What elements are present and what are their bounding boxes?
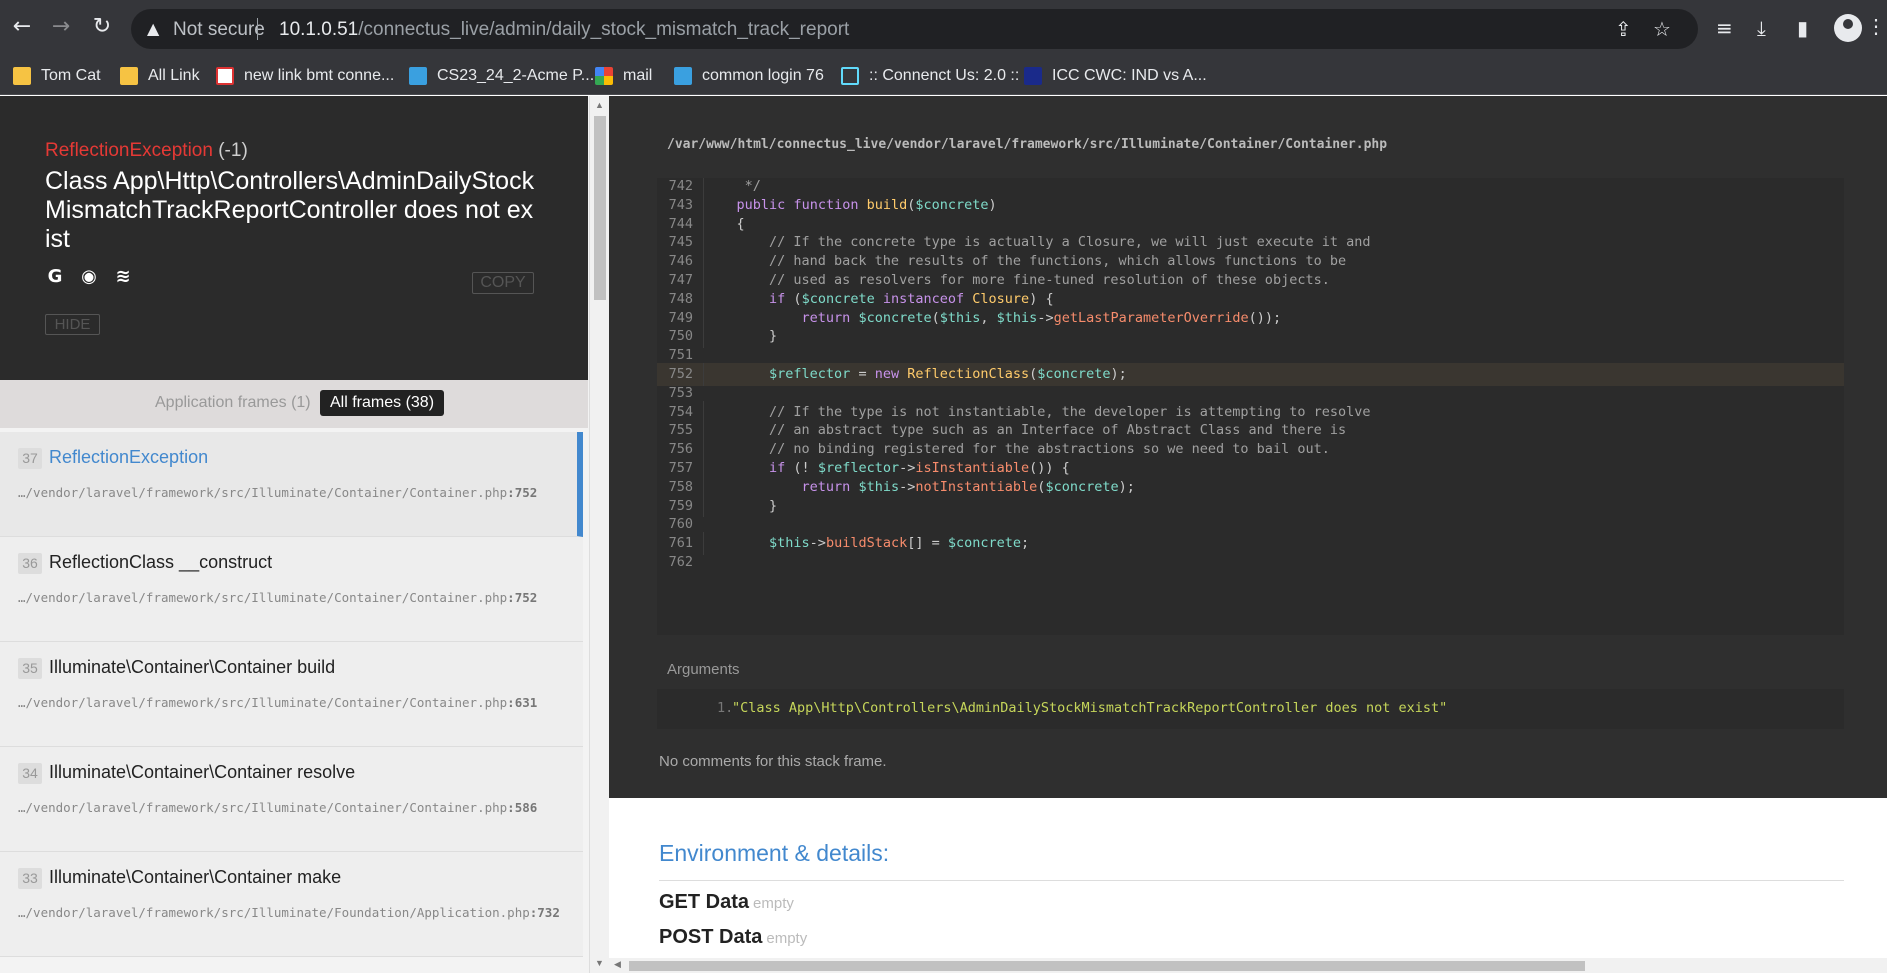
hide-button[interactable]: HIDE: [45, 314, 100, 335]
frame-item[interactable]: 33 Illuminate\Container\Container make ……: [0, 852, 583, 957]
google-search-icon[interactable]: G: [45, 267, 65, 287]
arguments-label: Arguments: [667, 661, 740, 678]
site-icon: [216, 67, 234, 85]
network-icon: [674, 67, 692, 85]
environment-title: Environment & details:: [659, 840, 890, 866]
bookmark-mail[interactable]: mail: [595, 64, 652, 88]
exception-class: ReflectionException (-1): [45, 140, 248, 161]
search-links: G ◉ ≋: [45, 267, 133, 287]
menu-dots-icon[interactable]: ⋮: [1866, 14, 1886, 39]
line-number: 762: [668, 554, 693, 570]
frame-item[interactable]: 34 Illuminate\Container\Container resolv…: [0, 747, 583, 852]
bookmark-icc-cwc[interactable]: ICC CWC: IND vs A...: [1024, 64, 1207, 88]
forward-arrow-icon[interactable]: →: [48, 14, 74, 40]
frame-index: 36: [18, 553, 42, 574]
frames-scrollbar[interactable]: ▲ ▼: [589, 96, 609, 973]
bookmark-new-link[interactable]: new link bmt conne...: [216, 64, 394, 88]
dh-icon: [1024, 67, 1042, 85]
frame-title: ReflectionException: [49, 447, 209, 467]
frame-title: Illuminate\Container\Container build: [49, 657, 336, 677]
side-panel-icon[interactable]: ▮: [1797, 16, 1808, 40]
scroll-left-icon[interactable]: ◀: [614, 959, 621, 970]
bookmark-all-link[interactable]: All Link: [120, 64, 200, 88]
frame-title: ReflectionClass __construct: [49, 552, 273, 572]
bookmark-common-login[interactable]: common login 76: [674, 64, 824, 88]
react-icon: [841, 67, 859, 85]
argument-value: "Class App\Http\Controllers\AdminDailySt…: [732, 700, 1448, 716]
warning-icon: ▲: [147, 19, 160, 38]
horizontal-scrollbar[interactable]: ◀: [609, 958, 1887, 973]
address-separator: [257, 18, 258, 40]
download-icon[interactable]: ⤓: [1757, 16, 1766, 40]
argument-index: 1.: [717, 700, 734, 716]
address-bar[interactable]: ▲ Not secure 10.1.0.51/connectus_live/ad…: [131, 9, 1698, 49]
frame-index: 37: [18, 448, 42, 469]
bookmark-tom-cat[interactable]: Tom Cat: [13, 64, 101, 88]
file-path: /var/www/html/connectus_live/vendor/lara…: [667, 137, 1388, 152]
frame-item[interactable]: 37 ReflectionException …/vendor/laravel/…: [0, 432, 583, 537]
folder-icon: [120, 67, 138, 85]
browser-toolbar: ← → ↻ ▲ Not secure 10.1.0.51/connectus_l…: [0, 0, 1887, 57]
environment-divider: [659, 880, 1844, 881]
security-label: Not secure: [173, 19, 265, 40]
frame-index: 33: [18, 868, 42, 889]
profile-avatar-icon[interactable]: [1834, 14, 1862, 42]
reload-icon[interactable]: ↻: [89, 14, 115, 40]
exception-message: Class App\Http\Controllers\AdminDailySto…: [45, 167, 535, 253]
code-line: 762: [657, 551, 1844, 574]
frame-index: 35: [18, 658, 42, 679]
frame-file: …/vendor/laravel/framework/src/Illuminat…: [18, 485, 538, 500]
bookmarks-bar: Tom Cat All Link new link bmt conne... C…: [0, 57, 1887, 95]
folder-icon: [13, 67, 31, 85]
frames-panel: ReflectionException (-1) Class App\Http\…: [0, 96, 589, 973]
comments-text: No comments for this stack frame.: [659, 753, 887, 770]
google-icon: [595, 67, 613, 85]
copy-button[interactable]: COPY: [472, 272, 534, 294]
star-icon[interactable]: ☆: [1653, 17, 1671, 41]
scroll-down-icon[interactable]: ▼: [595, 958, 604, 968]
frame-file: …/vendor/laravel/framework/src/Illuminat…: [18, 905, 560, 920]
application-frames-filter[interactable]: Application frames (1): [155, 394, 311, 412]
url-text[interactable]: 10.1.0.51/connectus_live/admin/daily_sto…: [279, 19, 849, 41]
arguments-box: 1. "Class App\Http\Controllers\AdminDail…: [657, 689, 1844, 729]
bookmark-connenct-us[interactable]: :: Connenct Us: 2.0 ::: [841, 64, 1019, 88]
frame-title: Illuminate\Container\Container make: [49, 867, 342, 887]
all-frames-filter[interactable]: All frames (38): [320, 390, 445, 416]
frame-index: 34: [18, 763, 42, 784]
share-icon[interactable]: ⇪: [1615, 17, 1632, 41]
code-section: /var/www/html/connectus_live/vendor/lara…: [609, 96, 1887, 798]
exception-header: ReflectionException (-1) Class App\Http\…: [0, 96, 588, 380]
details-panel: /var/www/html/connectus_live/vendor/lara…: [609, 96, 1887, 973]
back-arrow-icon[interactable]: ←: [9, 14, 35, 40]
scroll-up-icon[interactable]: ▲: [595, 100, 604, 110]
post-data-row: POST Data empty: [659, 926, 808, 948]
code-viewer: 742 */743 public function build($concret…: [657, 178, 1844, 635]
get-data-row: GET Data empty: [659, 891, 794, 913]
media-icon[interactable]: ≡: [1716, 16, 1733, 40]
frame-file: …/vendor/laravel/framework/src/Illuminat…: [18, 695, 538, 710]
frame-file: …/vendor/laravel/framework/src/Illuminat…: [18, 590, 538, 605]
frame-item[interactable]: 36 ReflectionClass __construct …/vendor/…: [0, 537, 583, 642]
duckduckgo-icon[interactable]: ◉: [79, 267, 99, 287]
stackoverflow-icon[interactable]: ≋: [113, 267, 133, 287]
frame-item[interactable]: 35 Illuminate\Container\Container build …: [0, 642, 583, 747]
frames-list: 37 ReflectionException …/vendor/laravel/…: [0, 432, 583, 957]
network-icon: [409, 67, 427, 85]
bookmark-cs23[interactable]: CS23_24_2-Acme P...: [409, 64, 594, 88]
frame-title: Illuminate\Container\Container resolve: [49, 762, 356, 782]
scrollbar-thumb[interactable]: [594, 116, 606, 300]
frame-file: …/vendor/laravel/framework/src/Illuminat…: [18, 800, 538, 815]
frame-filter-bar: Application frames (1) All frames (38): [0, 380, 588, 428]
horizontal-scrollbar-thumb[interactable]: [629, 961, 1585, 971]
